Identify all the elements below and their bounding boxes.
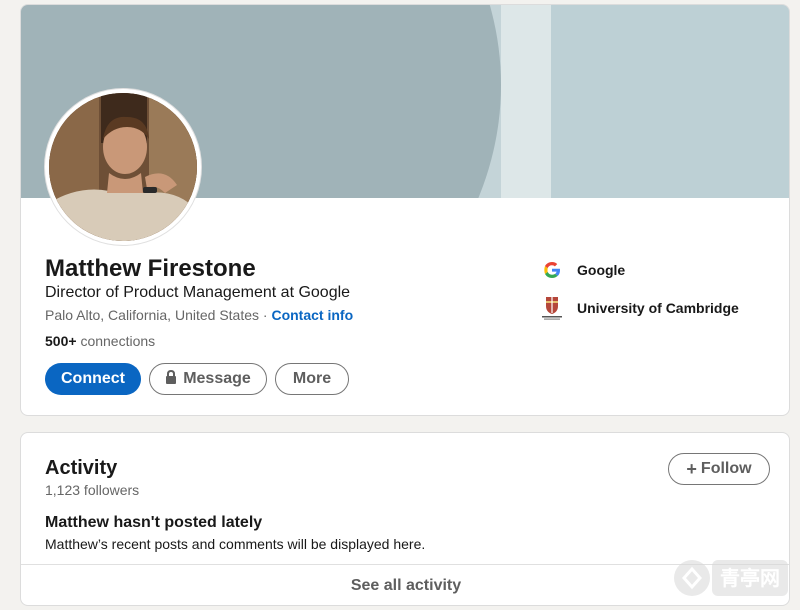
profile-card: Matthew Firestone Director of Product Ma…: [20, 4, 790, 416]
activity-empty-title: Matthew hasn't posted lately: [45, 514, 263, 531]
activity-empty-description: Matthew’s recent posts and comments will…: [45, 536, 426, 552]
connections-label: connections: [80, 333, 156, 349]
affiliation-cambridge-name: University of Cambridge: [577, 300, 739, 316]
profile-name: Matthew Firestone: [45, 255, 256, 282]
contact-info-link[interactable]: Contact info: [271, 307, 353, 323]
more-button[interactable]: More: [275, 363, 349, 395]
avatar[interactable]: [45, 89, 201, 245]
connections-link[interactable]: 500+ connections: [45, 333, 155, 349]
cambridge-crest-icon: [539, 295, 565, 321]
location-separator: ·: [262, 307, 268, 323]
profile-location: Palo Alto, California, United States: [45, 307, 260, 323]
connections-count: 500+: [45, 333, 77, 349]
follow-button-label: Follow: [700, 460, 752, 477]
affiliation-google-name: Google: [577, 262, 626, 278]
plus-icon: +: [686, 458, 697, 479]
message-button[interactable]: Message: [149, 363, 267, 395]
follow-button[interactable]: + Follow: [668, 453, 770, 485]
watermark: 青亭网: [672, 556, 792, 600]
connect-button[interactable]: Connect: [45, 363, 141, 395]
avatar-photo-icon: [49, 93, 197, 241]
profile-headline: Director of Product Management at Google: [45, 284, 351, 301]
message-button-label: Message: [183, 370, 251, 387]
followers-count: 1,123 followers: [45, 482, 140, 498]
activity-title: Activity: [45, 457, 118, 479]
affiliation-google[interactable]: Google: [539, 257, 625, 283]
location-row: Palo Alto, California, United States · C…: [45, 307, 353, 323]
google-logo-icon: [539, 257, 565, 283]
watermark-text: 青亭网: [720, 566, 780, 590]
lock-icon: [165, 369, 177, 389]
affiliation-cambridge[interactable]: University of Cambridge: [539, 295, 739, 321]
